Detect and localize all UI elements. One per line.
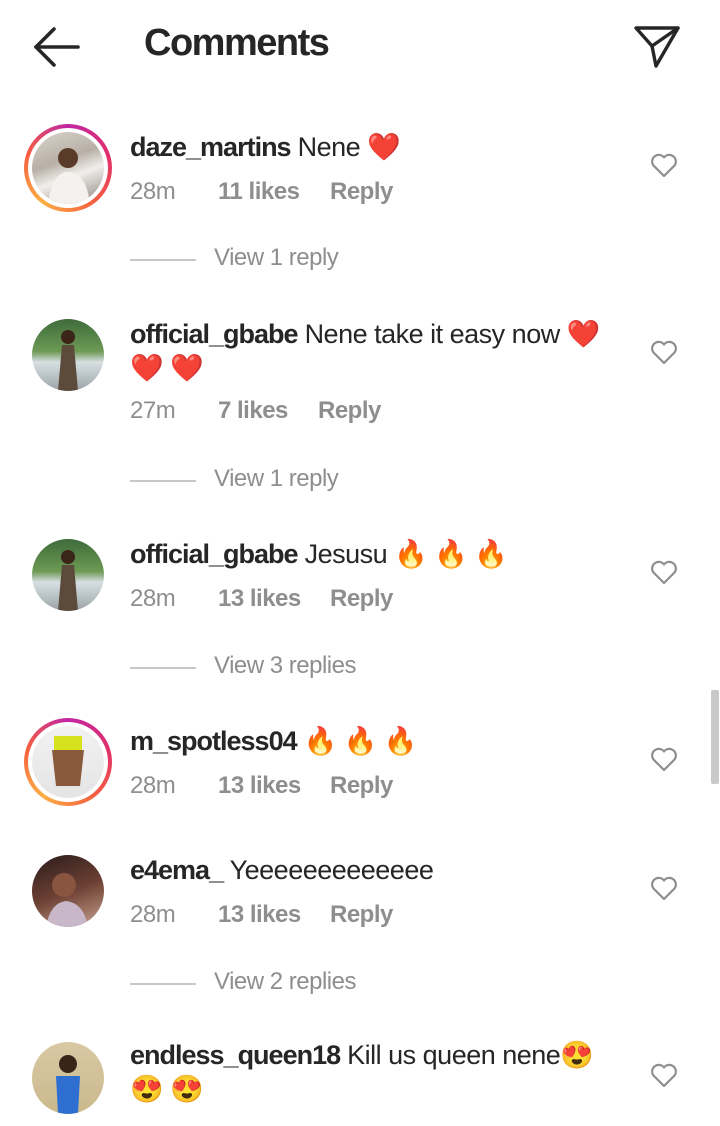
avatar-photo [32,539,104,611]
like-button[interactable] [650,875,678,901]
reply-button[interactable]: Reply [330,585,393,613]
share-button[interactable] [628,22,684,72]
comment-username[interactable]: daze_martins [130,132,292,162]
view-replies-button[interactable]: View 2 replies [130,968,460,998]
like-button[interactable] [650,339,678,365]
heart-outline-icon [651,1063,677,1088]
comment-username[interactable]: m_spotless04 [130,726,298,756]
comment-username[interactable]: e4ema_ [130,855,224,885]
view-replies-button[interactable]: View 1 reply [130,465,460,495]
comment-body: Jesusu 🔥 🔥 🔥 [304,539,508,569]
comment-likes[interactable]: 13 likes [218,901,330,929]
comment-meta: 27m 7 likes Reply [130,397,381,425]
like-button[interactable] [650,152,678,178]
comment-body: Nene ❤️ [297,132,401,162]
comment-meta: 28m 11 likes Reply [130,178,393,206]
heart-outline-icon [651,340,677,365]
view-replies-button[interactable]: View 3 replies [130,652,460,682]
reply-button[interactable]: Reply [330,772,393,800]
avatar[interactable] [24,531,112,619]
comment-username[interactable]: official_gbabe [130,539,299,569]
comment-time: 28m [130,178,176,205]
comment-text: m_spotless04 🔥 🔥 🔥 [130,724,620,758]
comment-username[interactable]: endless_queen18 [130,1040,341,1070]
heart-outline-icon [651,153,677,178]
comment-time: 28m [130,901,176,928]
comment-text: daze_martins Nene ❤️ [130,130,620,164]
comment-time: 27m [130,397,176,424]
arrow-left-icon [34,27,80,67]
avatar[interactable] [24,311,112,399]
scrollbar[interactable] [711,690,719,784]
like-button[interactable] [650,746,678,772]
comment-time: 28m [130,772,176,799]
avatar-photo [32,1042,104,1114]
comment-text: official_gbabe Jesusu 🔥 🔥 🔥 [130,537,620,571]
comment-likes[interactable]: 13 likes [218,772,330,800]
avatar[interactable] [24,1034,112,1122]
avatar-photo [32,855,104,927]
comment-meta: 28m 13 likes Reply [130,901,393,929]
reply-button[interactable]: Reply [330,901,393,929]
avatar[interactable] [24,718,112,806]
comment-meta: 28m 13 likes Reply [130,585,393,613]
reply-button[interactable]: Reply [330,178,393,206]
comment-text: e4ema_ Yeeeeeeeeeeeee [130,853,620,887]
view-replies-label: View 1 reply [214,465,339,492]
avatar-photo [32,726,104,798]
avatar-photo [32,319,104,391]
comment-time: 28m [130,585,176,612]
heart-outline-icon [651,876,677,901]
comment-likes[interactable]: 7 likes [218,397,318,425]
heart-outline-icon [651,560,677,585]
comment-body: 🔥 🔥 🔥 [303,726,418,756]
header: Comments [0,0,720,96]
view-replies-label: View 3 replies [214,652,356,679]
back-button[interactable] [28,22,84,72]
view-replies-label: View 1 reply [214,244,339,271]
like-button[interactable] [650,1062,678,1088]
comment-username[interactable]: official_gbabe [130,319,299,349]
comment-body: Yeeeeeeeeeeeee [229,855,434,885]
comment-likes[interactable]: 11 likes [218,178,330,206]
view-replies-button[interactable]: View 1 reply [130,244,460,274]
avatar-photo [32,132,104,204]
paper-plane-icon [634,26,680,68]
page-title: Comments [144,22,330,64]
reply-button[interactable]: Reply [318,397,381,425]
comment-text: endless_queen18 Kill us queen nene😍😍 😍 [130,1038,620,1106]
comment-text: official_gbabe Nene take it easy now ❤️❤… [130,317,620,385]
view-replies-label: View 2 replies [214,968,356,995]
comment-likes[interactable]: 13 likes [218,585,330,613]
avatar[interactable] [24,847,112,935]
like-button[interactable] [650,559,678,585]
avatar[interactable] [24,124,112,212]
heart-outline-icon [651,747,677,772]
comment-meta: 28m 13 likes Reply [130,772,393,800]
